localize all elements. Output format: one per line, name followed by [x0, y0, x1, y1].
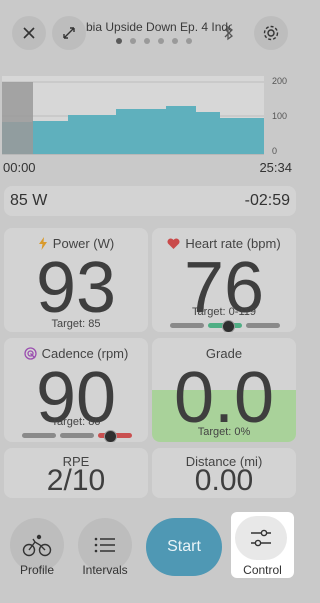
power-card[interactable]: Power (W) 93 Target: 85	[4, 228, 148, 332]
chart-start-time: 00:00	[3, 160, 36, 175]
control-button[interactable]	[235, 516, 287, 560]
page-dot[interactable]	[158, 38, 164, 44]
grade-target: Target: 0%	[197, 426, 251, 438]
cadence-target: Target: 80	[51, 416, 101, 428]
cyclist-icon	[22, 534, 52, 557]
page-indicator[interactable]	[116, 38, 192, 44]
list-icon	[94, 537, 115, 553]
close-icon	[23, 27, 35, 39]
elapsed-region	[2, 82, 33, 154]
page-dot[interactable]	[186, 38, 192, 44]
y-tick-label: 200	[272, 76, 288, 86]
workout-title: bia Upside Down Ep. 4 Indoor	[86, 20, 232, 34]
workout-profile-chart[interactable]	[2, 76, 266, 156]
interval-power: 85 W	[10, 192, 48, 209]
page-dot[interactable]	[130, 38, 136, 44]
expand-button[interactable]	[52, 16, 86, 50]
page-dot[interactable]	[144, 38, 150, 44]
zone-bar-segment	[60, 433, 94, 438]
zone-bar-segment	[170, 323, 204, 328]
heart-icon	[167, 237, 180, 249]
page-dot[interactable]	[172, 38, 178, 44]
close-button[interactable]	[12, 16, 46, 50]
start-button[interactable]: Start	[146, 518, 222, 576]
zone-indicator	[104, 430, 117, 442]
rpe-card[interactable]: RPE 2/10	[4, 448, 148, 498]
settings-button[interactable]	[254, 16, 288, 50]
grade-value: 0.0	[173, 358, 275, 438]
cadence-icon	[23, 347, 37, 360]
y-tick-label: 0	[272, 146, 278, 156]
rpe-value: 2/10	[46, 464, 106, 497]
interval-remaining-time: -02:59	[244, 192, 290, 209]
cadence-card[interactable]: Cadence (rpm) 90 Target: 80	[4, 338, 148, 442]
heart-rate-target: Target: 0-119	[191, 306, 256, 318]
control-label[interactable]: Control	[231, 563, 294, 577]
expand-icon	[63, 27, 75, 39]
distance-value: 0.00	[194, 464, 254, 497]
grade-card[interactable]: Grade 0.0 Target: 0%	[152, 338, 296, 442]
zone-indicator	[222, 320, 235, 332]
power-value: 93	[35, 248, 117, 328]
profile-label[interactable]: Profile	[10, 563, 64, 577]
distance-card[interactable]: Distance (mi) 0.00	[152, 448, 296, 498]
intervals-label[interactable]: Intervals	[72, 563, 138, 577]
interval-status-bar: 85 W -02:59	[4, 186, 296, 216]
zone-bar-segment	[246, 323, 280, 328]
gear-icon	[263, 25, 279, 41]
y-tick-label: 100	[272, 111, 288, 121]
page-dot[interactable]	[116, 38, 122, 44]
bluetooth-icon[interactable]	[222, 24, 236, 42]
chart-end-time: 25:34	[259, 160, 292, 175]
power-target: Target: 85	[51, 318, 101, 330]
sliders-icon	[251, 529, 271, 547]
heart-rate-card[interactable]: Heart rate (bpm) 76 Target: 0-119	[152, 228, 296, 332]
zone-bar-segment	[22, 433, 56, 438]
